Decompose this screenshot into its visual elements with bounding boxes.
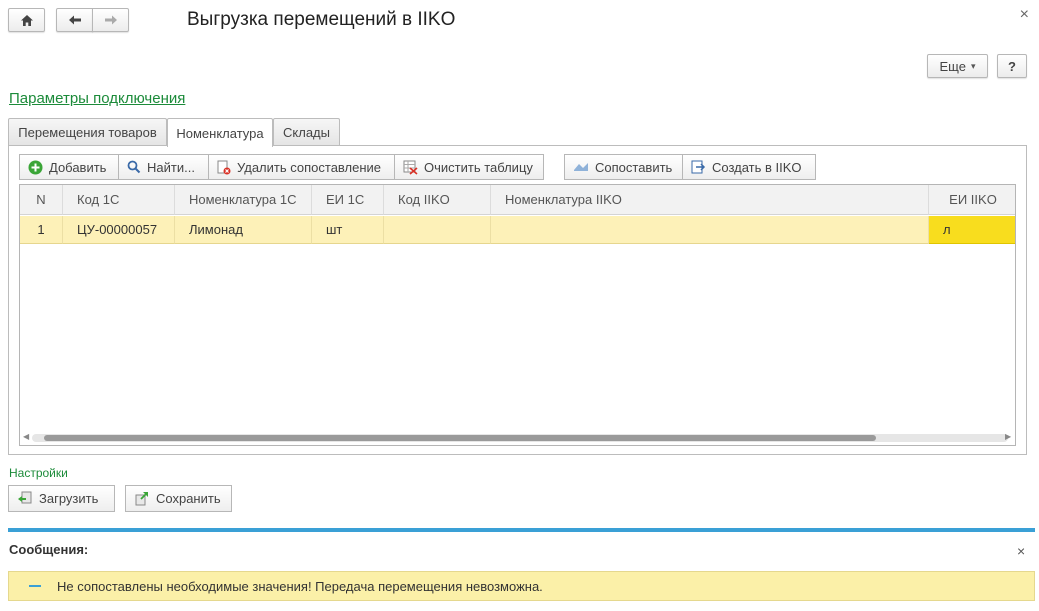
search-icon	[127, 160, 141, 174]
tab-label: Перемещения товаров	[18, 125, 157, 140]
load-icon	[17, 491, 33, 506]
create-iiko-label: Создать в IIKO	[712, 159, 802, 175]
arrow-left-icon	[68, 14, 82, 26]
delete-match-label: Удалить сопоставление	[237, 159, 382, 175]
column-header-nomenclature-iiko[interactable]: Номенклатура IIKO	[491, 185, 929, 215]
tab-warehouses[interactable]: Склады	[273, 118, 340, 146]
table-cell-nomenclature-iiko[interactable]	[491, 216, 929, 244]
arrow-right-icon	[104, 14, 118, 26]
add-label: Добавить	[49, 159, 107, 175]
column-header-code-1c[interactable]: Код 1С	[63, 185, 175, 215]
table-cell-n[interactable]: 1	[20, 216, 63, 244]
more-label: Еще	[939, 58, 966, 74]
column-header-unit-iiko[interactable]: ЕИ IIKO	[929, 185, 1015, 215]
table-cell-unit-iiko[interactable]: л	[929, 216, 1015, 244]
back-button[interactable]	[56, 8, 93, 32]
find-button[interactable]: Найти...	[118, 154, 209, 180]
clear-table-button[interactable]: Очистить таблицу	[394, 154, 544, 180]
tab-nomenclature[interactable]: Номенклатура	[167, 118, 273, 147]
table-cell-unit-1c[interactable]: шт	[312, 216, 384, 244]
match-icon	[573, 161, 589, 173]
close-icon[interactable]: ×	[1020, 6, 1029, 24]
message-item[interactable]: Не сопоставлены необходимые значения! Пе…	[8, 571, 1035, 601]
tab-goods-movements[interactable]: Перемещения товаров	[8, 118, 167, 146]
delete-match-button[interactable]: Удалить сопоставление	[208, 154, 395, 180]
plus-circle-icon	[28, 160, 43, 175]
more-button[interactable]: Еще ▾	[927, 54, 988, 78]
scroll-right-icon[interactable]: ▶	[1005, 432, 1011, 441]
table-cell-nomenclature-1c[interactable]: Лимонад	[175, 216, 312, 244]
messages-title: Сообщения:	[9, 542, 89, 557]
message-text: Не сопоставлены необходимые значения! Пе…	[57, 578, 543, 594]
column-header-n[interactable]: N	[20, 185, 63, 215]
match-label: Сопоставить	[595, 159, 673, 175]
save-button[interactable]: Сохранить	[125, 485, 232, 512]
connection-params-link[interactable]: Параметры подключения	[9, 90, 185, 107]
load-button[interactable]: Загрузить	[8, 485, 115, 512]
tab-label: Склады	[283, 125, 330, 140]
home-icon	[20, 14, 34, 27]
add-button[interactable]: Добавить	[19, 154, 119, 180]
clear-table-label: Очистить таблицу	[424, 159, 533, 175]
table-cell-code-1c[interactable]: ЦУ-00000057	[63, 216, 175, 244]
delete-doc-icon	[217, 160, 231, 175]
caret-down-icon: ▾	[970, 60, 976, 71]
match-button[interactable]: Сопоставить	[564, 154, 683, 180]
scrollbar-thumb[interactable]	[44, 435, 876, 441]
messages-divider	[8, 528, 1035, 532]
column-header-nomenclature-1c[interactable]: Номенклатура 1С	[175, 185, 312, 215]
find-label: Найти...	[147, 159, 195, 175]
column-header-code-iiko[interactable]: Код IIKO	[384, 185, 491, 215]
export-doc-icon	[691, 160, 706, 174]
column-header-unit-1c[interactable]: ЕИ 1С	[312, 185, 384, 215]
create-iiko-button[interactable]: Создать в IIKO	[682, 154, 816, 180]
message-dash-icon	[29, 585, 41, 587]
save-icon	[134, 491, 150, 506]
help-label: ?	[1008, 58, 1016, 74]
forward-button[interactable]	[92, 8, 129, 32]
window-title: Выгрузка перемещений в IIKO	[187, 9, 456, 30]
tab-label: Номенклатура	[176, 125, 264, 141]
messages-close-icon[interactable]: ×	[1017, 543, 1025, 559]
settings-label: Настройки	[9, 466, 68, 480]
scroll-left-icon[interactable]: ◀	[23, 432, 29, 441]
help-button[interactable]: ?	[997, 54, 1027, 78]
home-button[interactable]	[8, 8, 45, 32]
clear-table-icon	[403, 160, 418, 175]
save-label: Сохранить	[156, 491, 221, 506]
load-label: Загрузить	[39, 491, 99, 506]
table-cell-code-iiko[interactable]	[384, 216, 491, 244]
nomenclature-table[interactable]: N Код 1С Номенклатура 1С ЕИ 1С Код IIKO …	[19, 184, 1016, 446]
